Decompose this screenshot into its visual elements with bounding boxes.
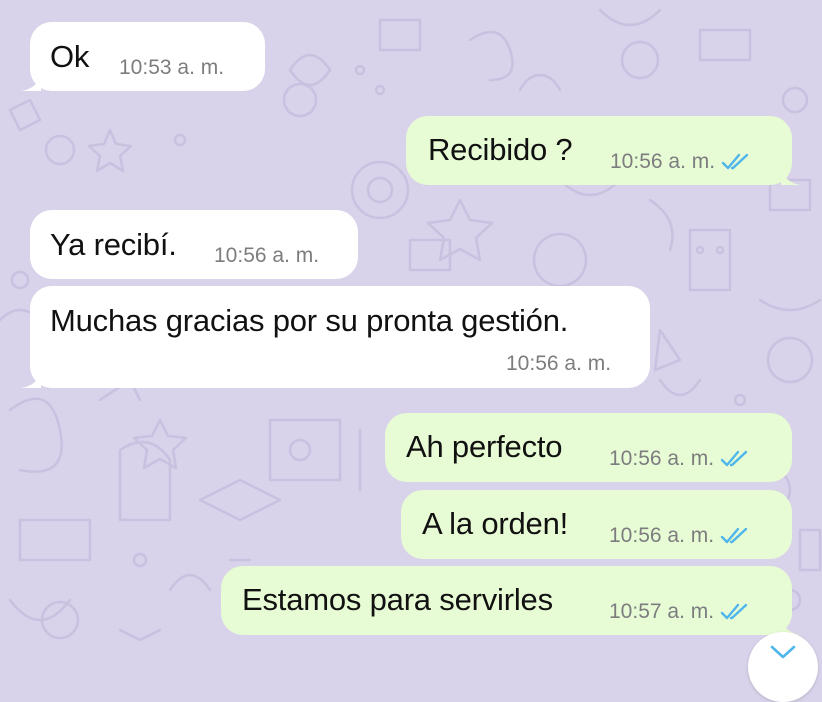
message-text: Estamos para servirles (242, 582, 553, 617)
message-timestamp: 10:53 a. m. (119, 56, 225, 79)
double-check-read-icon (721, 153, 749, 170)
message-text: Muchas gracias por su pronta gestión. (50, 303, 569, 338)
message-text: Recibido ? (428, 132, 573, 167)
message-text: Ya recibí. (50, 227, 177, 262)
bubble-tail (21, 73, 41, 91)
message-timestamp: 10:56 a. m. (506, 352, 612, 375)
message-timestamp: 10:57 a. m. (609, 600, 750, 624)
message-bubble-incoming[interactable]: Muchas gracias por su pronta gestión. 10… (21, 286, 650, 388)
message-bubble-outgoing[interactable]: A la orden! 10:56 a. m. (401, 490, 792, 559)
message-bubble-incoming[interactable]: Ya recibí. 10:56 a. m. (30, 210, 358, 279)
message-timestamp: 10:56 a. m. (610, 150, 751, 174)
message-timestamp: 10:56 a. m. (609, 524, 750, 548)
message-text: A la orden! (422, 506, 569, 541)
message-bubble-incoming[interactable]: Ok 10:53 a. m. (21, 22, 265, 91)
bubble-tail (781, 167, 801, 185)
chevron-down-icon (770, 645, 796, 659)
message-list[interactable]: Ok 10:53 a. m. Recibido ? 10:56 a. m. Ya… (0, 0, 822, 655)
message-bubble-outgoing[interactable]: Estamos para servirles 10:57 a. m. (221, 566, 801, 635)
message-timestamp: 10:56 a. m. (609, 447, 750, 471)
message-bubble-outgoing[interactable]: Recibido ? 10:56 a. m. (406, 116, 801, 185)
double-check-read-icon (720, 527, 748, 544)
message-bubble-outgoing[interactable]: Ah perfecto 10:56 a. m. (385, 413, 792, 482)
message-text: Ok (50, 39, 90, 74)
scroll-to-bottom-button[interactable] (748, 632, 818, 702)
message-text: Ah perfecto (406, 429, 563, 464)
message-timestamp: 10:56 a. m. (214, 244, 320, 267)
double-check-read-icon (720, 450, 748, 467)
double-check-read-icon (720, 603, 748, 620)
bubble-tail (21, 370, 41, 388)
